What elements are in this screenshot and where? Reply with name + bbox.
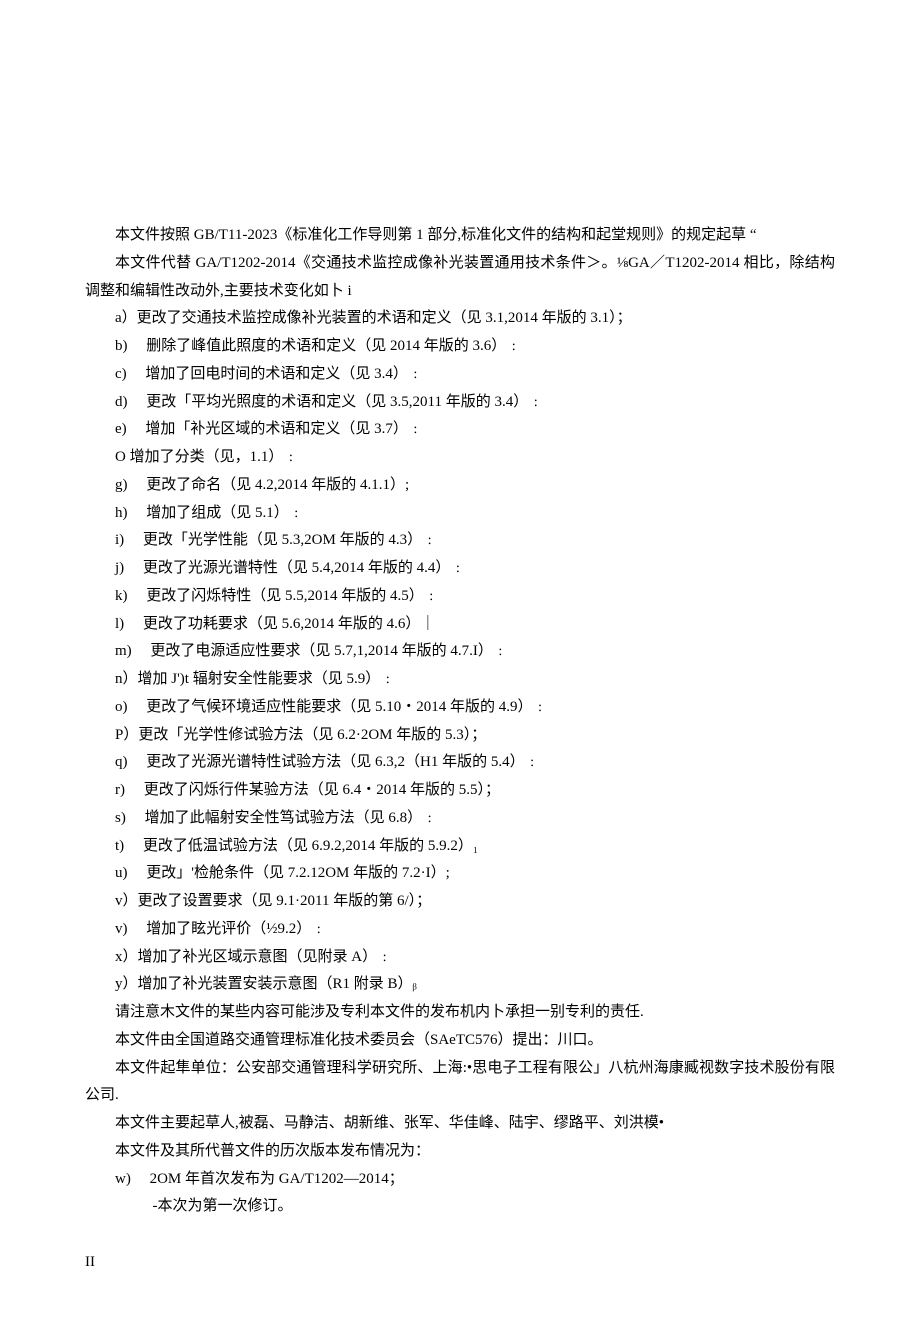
list-item: l) 更改了功耗要求（见 5.6,2014 年版的 4.6）｜ bbox=[85, 611, 835, 639]
list-item: o) 更改了气候环境适应性能要求（见 5.10・2014 年版的 4.9）﹕ bbox=[85, 694, 835, 722]
list-item: j) 更改了光源光谱特性（见 5.4,2014 年版的 4.4）﹕ bbox=[85, 555, 835, 583]
intro-paragraph-1: 本文件按照 GB/T11-2023《标准化工作导则第 1 部分,标准化文件的结构… bbox=[85, 222, 835, 250]
list-item: w) 2OM 年首次发布为 GA/T1202—2014； bbox=[85, 1166, 835, 1194]
list-item: n）增加 J')t 辐射安全性能要求（见 5.9）﹕ bbox=[85, 666, 835, 694]
document-page: 本文件按照 GB/T11-2023《标准化工作导则第 1 部分,标准化文件的结构… bbox=[0, 0, 920, 1337]
list-item: k) 更改了闪烁特性（见 5.5,2014 年版的 4.5）﹕ bbox=[85, 583, 835, 611]
patent-notice: 请注意木文件的某些内容可能涉及专利本文件的发布机内卜承担一别专利的责任. bbox=[85, 999, 835, 1027]
list-item: i) 更改「光学性能（见 5.3,2OM 年版的 4.3）﹕ bbox=[85, 527, 835, 555]
list-item: v) 增加了眩光评价（½9.2）﹕ bbox=[85, 916, 835, 944]
list-item: g) 更改了命名（见 4.2,2014 年版的 4.1.1）; bbox=[85, 472, 835, 500]
list-item: t) 更改了低温试验方法（见 6.9.2,2014 年版的 5.9.2）₁ bbox=[85, 833, 835, 861]
list-item: P）更改「光学性修试验方法（见 6.2·2OM 年版的 5.3）； bbox=[85, 722, 835, 750]
list-item: r) 更改了闪烁行件某验方法（见 6.4・2014 年版的 5.5）； bbox=[85, 777, 835, 805]
list-item: c) 增加了回电时间的术语和定义（见 3.4）﹕ bbox=[85, 361, 835, 389]
page-number: II bbox=[85, 1249, 835, 1277]
list-item: q) 更改了光源光谱特性试验方法（见 6.3,2（H1 年版的 5.4）﹕ bbox=[85, 749, 835, 777]
list-item: s) 增加了此幅射安全性笃试验方法（见 6.8）﹕ bbox=[85, 805, 835, 833]
drafters: 本文件主要起草人,被磊、马静洁、胡新维、张军、华佳峰、陆宇、缪路平、刘洪模• bbox=[85, 1110, 835, 1138]
list-item: x）增加了补光区域示意图（见附录 A）﹕ bbox=[85, 944, 835, 972]
list-item: u) 更改」'检舱条件（见 7.2.12OM 年版的 7.2·I）; bbox=[85, 860, 835, 888]
list-item: v）更改了设置要求（见 9.1·2011 年版的第 6/）； bbox=[85, 888, 835, 916]
list-item: O 增加了分类（见，1.1）﹕ bbox=[85, 444, 835, 472]
list-item: b) 删除了峰值此照度的术语和定义（见 2014 年版的 3.6）﹕ bbox=[85, 333, 835, 361]
list-item: d) 更改「平均光照度的术语和定义（见 3.5,2011 年版的 3.4）﹕ bbox=[85, 389, 835, 417]
change-list: a）更改了交通技术监控成像补光装置的术语和定义（见 3.1,2014 年版的 3… bbox=[85, 305, 835, 999]
drafting-units: 本文件起隼单位：公安部交通管理科学研究所、上海:•思电子工程有限公」八杭州海康臧… bbox=[85, 1055, 835, 1111]
list-item: e) 增加「补光区域的术语和定义（见 3.7）﹕ bbox=[85, 416, 835, 444]
intro-paragraph-2: 本文件代替 GA/T1202-2014《交通技术监控成像补光装置通用技术条件＞。… bbox=[85, 250, 835, 306]
list-item: m) 更改了电源适应性要求（见 5.7,1,2014 年版的 4.7.I）﹕ bbox=[85, 638, 835, 666]
version-history-intro: 本文件及其所代普文件的历次版本发布情况为： bbox=[85, 1138, 835, 1166]
committee-paragraph: 本文件由全国道路交通管理标准化技术委员会（SAeTC576）提出：川口。 bbox=[85, 1027, 835, 1055]
list-item: h) 增加了组成（见 5.1）﹕ bbox=[85, 500, 835, 528]
list-subitem: -本次为第一次修订。 bbox=[85, 1193, 835, 1221]
list-item: a）更改了交通技术监控成像补光装置的术语和定义（见 3.1,2014 年版的 3… bbox=[85, 305, 835, 333]
list-item: y）增加了补光装置安装示意图（R1 附录 B）ᵦ bbox=[85, 971, 835, 999]
